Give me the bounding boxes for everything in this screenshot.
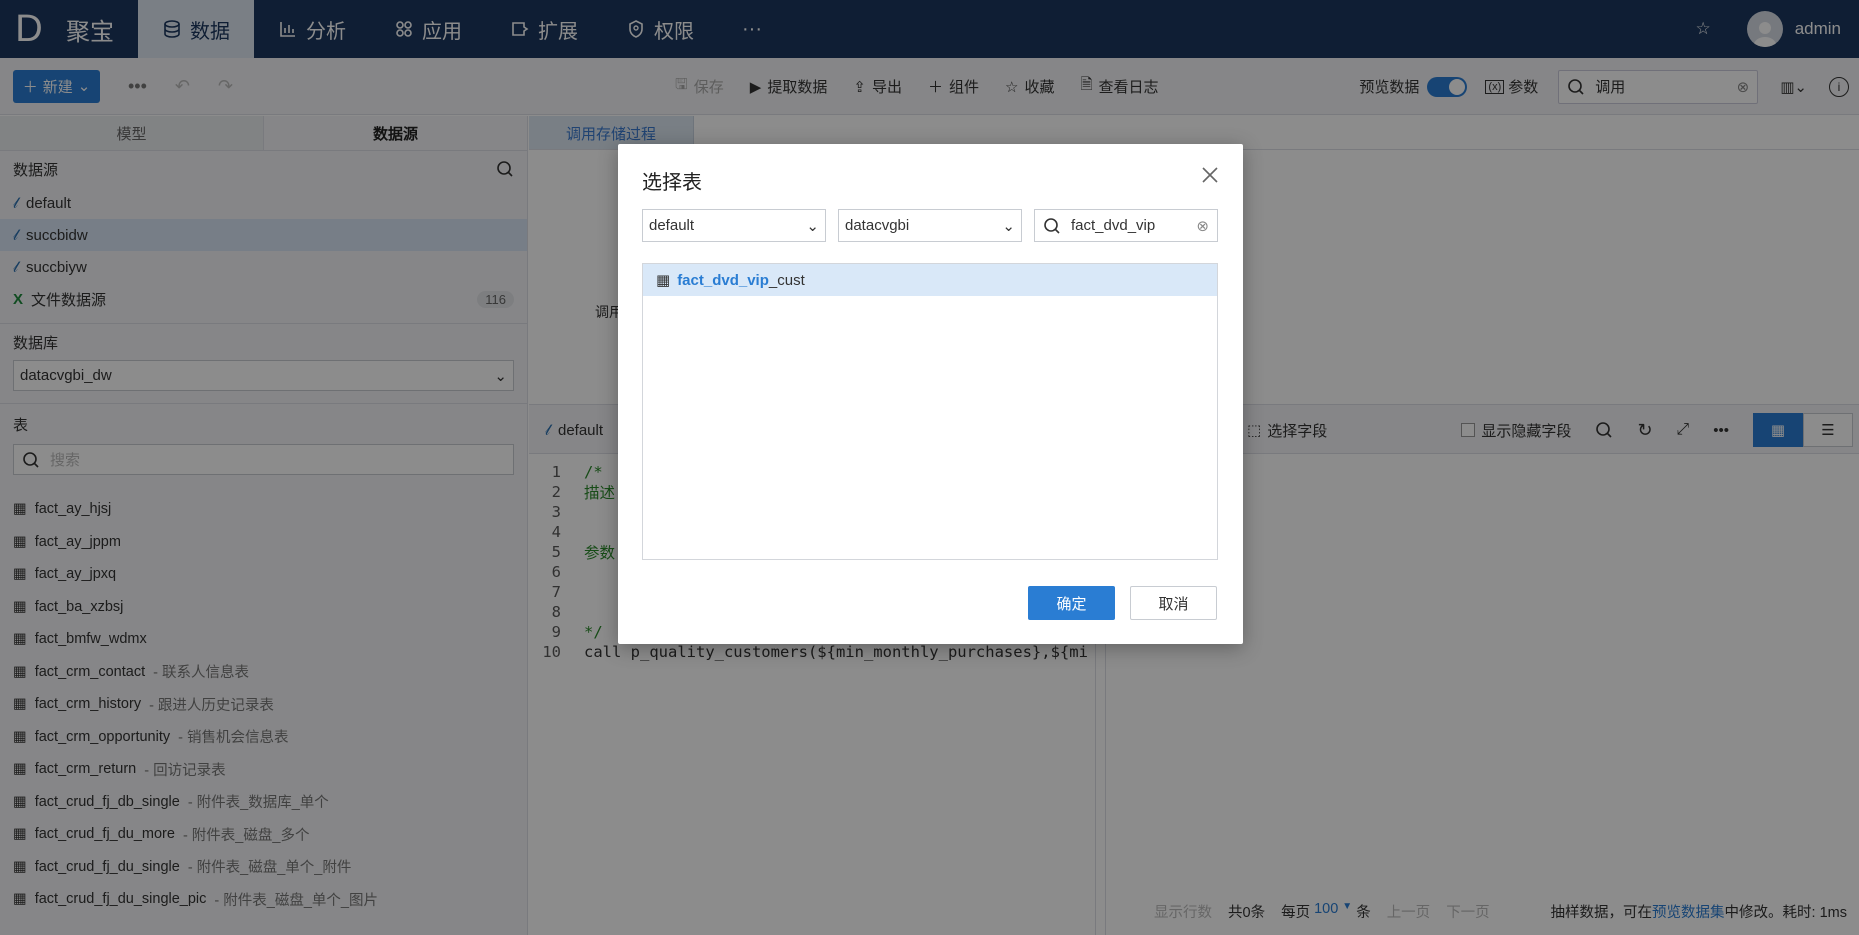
table-search-value: fact_dvd_vip [1071,217,1156,234]
source-select[interactable]: default ⌄ [642,209,826,242]
clear-icon[interactable]: ⊗ [1196,217,1209,235]
list-item[interactable]: ▦ fact_dvd_vip_cust [643,264,1217,296]
select-table-dialog: 选择表 default ⌄ datacvgbi ⌄ fact_dvd_vip ⊗… [618,144,1243,644]
table-icon: ▦ [656,272,671,289]
database-select-value: datacvgbi [845,217,910,234]
chevron-down-icon: ⌄ [806,217,819,235]
database-select[interactable]: datacvgbi ⌄ [838,209,1022,242]
close-icon[interactable] [1199,164,1221,186]
source-select-value: default [649,217,695,234]
chevron-down-icon: ⌄ [1002,217,1015,235]
confirm-button[interactable]: 确定 [1028,586,1115,620]
match-highlight: fact_dvd_vip [677,271,769,289]
cancel-button[interactable]: 取消 [1130,586,1217,620]
table-result-list: ▦ fact_dvd_vip_cust [642,263,1218,560]
search-icon [1044,217,1060,234]
dialog-title: 选择表 [642,172,702,194]
match-rest: _cust [768,271,805,289]
table-search-input[interactable]: fact_dvd_vip ⊗ [1034,209,1218,242]
